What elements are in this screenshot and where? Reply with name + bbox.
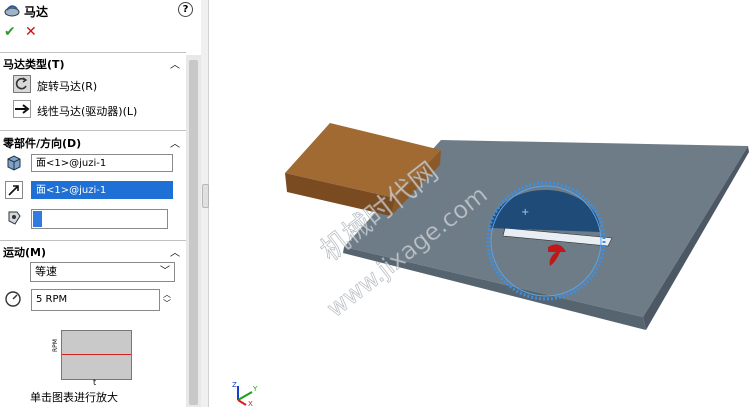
property-manager-panel: 马达 ? ✔ ✕ 马达类型(T) ︿ 旋转马达(R) 线性马达(驱动器)(L) … — [0, 0, 202, 407]
chevron-up-icon[interactable]: ︿ — [170, 135, 180, 150]
speed-input[interactable]: 5 RPM — [31, 289, 160, 311]
axis-triad: Z Y X — [232, 381, 258, 407]
panel-header: 马达 ? — [0, 0, 201, 20]
graph-x-label: t — [93, 378, 97, 387]
speed-spinner[interactable]: ︿ ﹀ — [162, 290, 172, 310]
motor-direction-field[interactable]: 面<1>@juzi-1 — [31, 181, 173, 199]
axis-x-label: X — [248, 400, 253, 407]
motor-type-section-title[interactable]: 马达类型(T) — [3, 56, 65, 72]
divider — [0, 52, 186, 53]
component-icon — [8, 211, 21, 225]
model-view: + 机械时代网 www.jixage.com — [285, 123, 749, 330]
motion-type-select[interactable]: 等速 ﹀ — [30, 262, 175, 282]
graphics-viewport[interactable]: + 机械时代网 www.jixage.com — [209, 0, 750, 407]
spin-up-icon[interactable]: ︿ — [163, 290, 171, 299]
axis-z-label: Z — [232, 381, 237, 389]
collapse-panel-handle[interactable] — [202, 184, 209, 208]
divider — [0, 130, 186, 131]
selection-color-swatch — [33, 211, 42, 227]
face-location-icon — [7, 155, 21, 171]
direction-arrow-icon[interactable] — [5, 181, 23, 199]
chevron-up-icon[interactable]: ︿ — [170, 56, 180, 71]
constant-speed-line — [62, 354, 131, 355]
motion-section-title[interactable]: 运动(M) — [3, 244, 46, 260]
graph-y-label: RPM — [52, 339, 59, 352]
rotary-motor-option[interactable]: 旋转马达(R) — [37, 78, 97, 94]
divider — [0, 240, 186, 241]
axis-y-label: Y — [252, 385, 258, 393]
graph-zoom-hint: 单击图表进行放大 — [30, 391, 118, 404]
motor-location-field[interactable]: 面<1>@juzi-1 — [31, 154, 173, 172]
ok-button[interactable]: ✔ — [4, 24, 16, 40]
component-to-move-field[interactable] — [31, 209, 168, 229]
panel-title: 马达 — [24, 5, 49, 19]
help-icon[interactable]: ? — [178, 2, 193, 17]
rotary-motor-icon[interactable] — [13, 75, 31, 93]
chevron-down-icon[interactable]: ﹀ — [160, 263, 170, 281]
linear-motor-icon[interactable] — [13, 100, 31, 118]
cancel-button[interactable]: ✕ — [25, 24, 37, 40]
blade-center-mark: + — [521, 207, 529, 218]
scrollbar-thumb[interactable] — [189, 60, 198, 405]
component-direction-section-title[interactable]: 零部件/方向(D) — [3, 135, 81, 151]
speed-gauge-icon — [5, 291, 21, 307]
motion-profile-graph[interactable] — [61, 330, 132, 380]
motion-type-value: 等速 — [35, 265, 57, 278]
motor-icon — [4, 5, 20, 17]
spin-down-icon[interactable]: ﹀ — [163, 299, 171, 308]
chevron-up-icon[interactable]: ︿ — [170, 244, 180, 259]
linear-motor-option[interactable]: 线性马达(驱动器)(L) — [37, 103, 137, 119]
